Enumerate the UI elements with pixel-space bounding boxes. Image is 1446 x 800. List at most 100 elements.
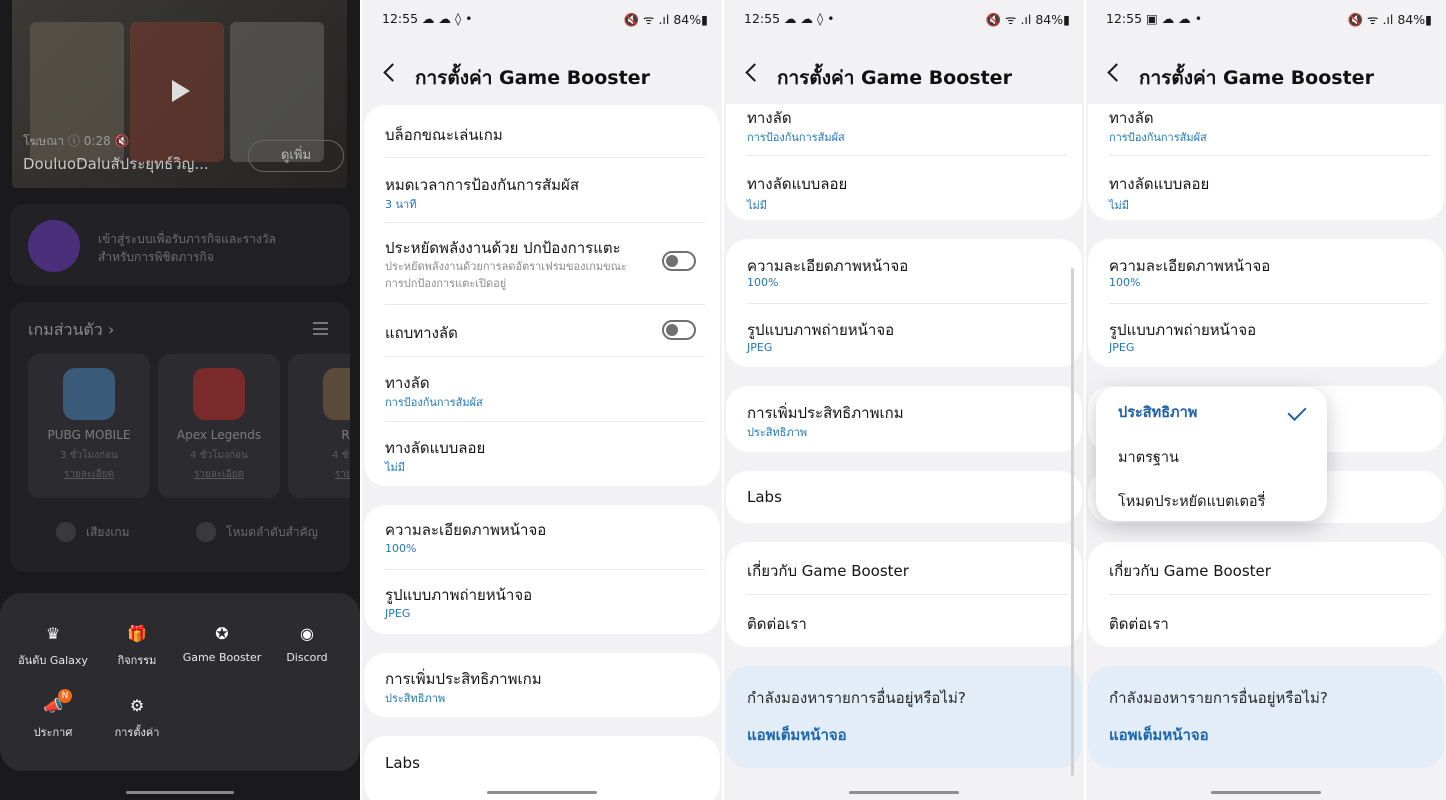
labs-item[interactable]: Labs — [364, 736, 720, 788]
fullscreen-apps-link[interactable]: แอพเต็มหน้าจอ — [1109, 723, 1209, 747]
discord-button[interactable]: ◉ Discord — [262, 623, 352, 664]
item-title: รูปแบบภาพถ่ายหน้าจอ — [747, 321, 895, 339]
shortcut-item[interactable]: ทางลัด การป้องกันการสัมผัส — [1088, 104, 1444, 156]
game-booster-button[interactable]: ✪ Game Booster — [177, 623, 267, 664]
speaker-icon — [56, 522, 76, 542]
item-title: ความละเอียดภาพหน้าจอ — [385, 521, 547, 539]
status-bar: 12:55 ☁ ☁ ◊ • 🔇 ᯤ .ıl 84%▮ — [382, 11, 708, 29]
shortcut-item[interactable]: ทางลัด การป้องกันการสัมผัส — [364, 357, 720, 421]
item-title: แถบทางลัด — [385, 324, 458, 342]
item-title: Labs — [385, 754, 420, 772]
priority-mode-label: โหมดลำดับสำคัญ — [226, 524, 318, 539]
game-optimization-item[interactable]: การเพิ่มประสิทธิภาพเกม ประสิทธิภาพ — [726, 386, 1082, 452]
resolution-item[interactable]: ความละเอียดภาพหน้าจอ 100% — [726, 239, 1082, 303]
touch-timeout-item[interactable]: หมดเวลาการป้องกันการสัมผัส 3 นาที — [364, 158, 720, 222]
item-title: การเพิ่มประสิทธิภาพเกม — [747, 404, 904, 422]
scrollbar[interactable] — [1071, 268, 1074, 776]
home-indicator[interactable] — [849, 791, 959, 794]
announcements-button[interactable]: 📣 N ประกาศ — [8, 689, 98, 741]
status-bar: 12:55 ☁ ☁ ◊ • 🔇 ᯤ .ıl 84%▮ — [744, 11, 1070, 29]
video-ad[interactable]: โฆษณา ⓘ 0:28 🔇 DouluoDaluสัประยุทธ์วิญ..… — [12, 0, 347, 188]
menu-label: Discord — [286, 651, 328, 664]
priority-mode-toggle[interactable]: โหมดลำดับสำคัญ — [196, 522, 318, 542]
item-value: 3 นาที — [385, 198, 417, 211]
screenshot-format-item[interactable]: รูปแบบภาพถ่ายหน้าจอ JPEG — [726, 304, 1082, 367]
item-value: 100% — [747, 276, 779, 289]
my-games-section: เกมส่วนตัว › PUBG MOBILE 3 ชั่วโมงก่อน ร… — [10, 302, 350, 572]
power-icon — [196, 522, 216, 542]
settings-panel-popup: 12:55 ▣ ☁ ☁ • 🔇 ᯤ .ıl 84%▮ การตั้งค่า Ga… — [1086, 0, 1446, 800]
mission-avatar-icon — [28, 220, 80, 272]
home-indicator[interactable] — [126, 791, 234, 794]
power-saving-switch[interactable] — [662, 251, 696, 271]
item-value: ไม่มี — [1109, 199, 1130, 212]
promo-question: กำลังมองหารายการอื่นอยู่หรือไม่? — [747, 689, 966, 707]
game-optimization-item[interactable]: การเพิ่มประสิทธิภาพเกม ประสิทธิภาพ — [364, 653, 720, 717]
floating-shortcut-item[interactable]: ทางลัดแบบลอย ไม่มี — [364, 422, 720, 486]
option-battery-saver[interactable]: โหมดประหยัดแบตเตอรี่ — [1118, 490, 1265, 513]
labs-item[interactable]: Labs — [726, 471, 1082, 523]
game-sound-toggle[interactable]: เสียงเกม — [56, 522, 130, 542]
contact-item[interactable]: ติดต่อเรา — [1088, 595, 1444, 647]
login-card[interactable]: เข้าสู่ระบบเพื่อรับภารกิจและรางวัล สำหรั… — [10, 204, 350, 286]
game-card[interactable]: PUBG MOBILE 3 ชั่วโมงก่อน รายละเอียด — [28, 354, 150, 498]
item-title: ทางลัดแบบลอย — [1109, 175, 1210, 193]
screenshot-format-item[interactable]: รูปแบบภาพถ่ายหน้าจอ JPEG — [1088, 304, 1444, 367]
item-value: ประสิทธิภาพ — [385, 692, 446, 705]
item-value: ประสิทธิภาพ — [747, 426, 808, 439]
settings-button[interactable]: ⚙ การตั้งค่า — [92, 695, 182, 741]
contact-item[interactable]: ติดต่อเรา — [726, 595, 1082, 647]
galaxy-ranking-button[interactable]: ♛ อันดับ Galaxy — [8, 623, 98, 669]
back-arrow-icon[interactable] — [1107, 63, 1126, 82]
settings-group: ความละเอียดภาพหน้าจอ 100% รูปแบบภาพถ่ายห… — [726, 239, 1082, 367]
floating-shortcut-item[interactable]: ทางลัดแบบลอย ไม่มี — [726, 156, 1082, 220]
game-details-link[interactable]: รายละ — [288, 467, 350, 482]
game-card[interactable]: Ro 4 ชั่วโม รายละ — [288, 354, 350, 498]
discord-icon: ◉ — [300, 624, 314, 643]
shortcut-bar-switch[interactable] — [662, 320, 696, 340]
item-title: Labs — [747, 488, 782, 506]
see-more-button[interactable]: ดูเพิ่ม — [248, 140, 344, 172]
game-last-played: 3 ชั่วโมงก่อน — [60, 450, 118, 461]
play-icon[interactable] — [172, 80, 190, 102]
game-details-link[interactable]: รายละเอียด — [28, 467, 150, 482]
events-button[interactable]: 🎁 กิจกรรม — [92, 623, 182, 669]
settings-panel-scrolled: 12:55 ☁ ☁ ◊ • 🔇 ᯤ .ıl 84%▮ การตั้งค่า Ga… — [724, 0, 1084, 800]
floating-shortcut-item[interactable]: ทางลัดแบบลอย ไม่มี — [1088, 156, 1444, 220]
back-arrow-icon[interactable] — [745, 63, 764, 82]
game-card[interactable]: Apex Legends 4 ชั่วโมงก่อน รายละเอียด — [158, 354, 280, 498]
settings-group: การเพิ่มประสิทธิภาพเกม ประสิทธิภาพ — [364, 653, 720, 717]
power-saving-item[interactable]: ประหยัดพลังงานด้วย ปกป้องการแตะ ประหยัดพ… — [364, 223, 720, 304]
item-value: การป้องกันการสัมผัส — [747, 131, 845, 144]
item-title: เกี่ยวกับ Game Booster — [747, 562, 909, 580]
item-title: บล็อกขณะเล่นเกม — [385, 126, 503, 144]
home-indicator[interactable] — [1211, 791, 1321, 794]
megaphone-icon: 📣 N — [8, 689, 98, 717]
shortcut-item[interactable]: ทางลัด การป้องกันการสัมผัส — [726, 104, 1082, 156]
fullscreen-apps-link[interactable]: แอพเต็มหน้าจอ — [747, 723, 847, 747]
option-performance[interactable]: ประสิทธิภาพ — [1118, 401, 1197, 424]
optimization-popup-menu: ประสิทธิภาพ มาตรฐาน โหมดประหยัดแบตเตอรี่ — [1096, 387, 1327, 521]
list-view-icon[interactable] — [313, 322, 328, 335]
home-indicator[interactable] — [487, 791, 597, 794]
back-arrow-icon[interactable] — [383, 63, 402, 82]
resolution-item[interactable]: ความละเอียดภาพหน้าจอ 100% — [364, 505, 720, 569]
about-item[interactable]: เกี่ยวกับ Game Booster — [726, 542, 1082, 594]
screenshot-format-item[interactable]: รูปแบบภาพถ่ายหน้าจอ JPEG — [364, 570, 720, 634]
item-title: เกี่ยวกับ Game Booster — [1109, 562, 1271, 580]
resolution-item[interactable]: ความละเอียดภาพหน้าจอ 100% — [1088, 239, 1444, 303]
game-booster-icon: ✪ — [215, 624, 229, 643]
menu-label: อันดับ Galaxy — [18, 654, 88, 667]
status-time: 12:55 ▣ ☁ ☁ • — [1106, 11, 1203, 26]
block-during-game-item[interactable]: บล็อกขณะเล่นเกม — [364, 105, 720, 157]
about-item[interactable]: เกี่ยวกับ Game Booster — [1088, 542, 1444, 594]
option-standard[interactable]: มาตรฐาน — [1118, 446, 1179, 469]
shortcut-bar-item[interactable]: แถบทางลัด — [364, 305, 720, 356]
crown-icon: ♛ — [45, 624, 61, 643]
game-launcher-panel: โฆษณา ⓘ 0:28 🔇 DouluoDaluสัประยุทธ์วิญ..… — [0, 0, 360, 800]
my-games-title[interactable]: เกมส่วนตัว › — [28, 318, 114, 343]
status-icons: 🔇 ᯤ .ıl 84%▮ — [985, 12, 1070, 27]
game-details-link[interactable]: รายละเอียด — [158, 467, 280, 482]
promo-question: กำลังมองหารายการอื่นอยู่หรือไม่? — [1109, 689, 1328, 707]
item-title: ทางลัดแบบลอย — [747, 175, 848, 193]
